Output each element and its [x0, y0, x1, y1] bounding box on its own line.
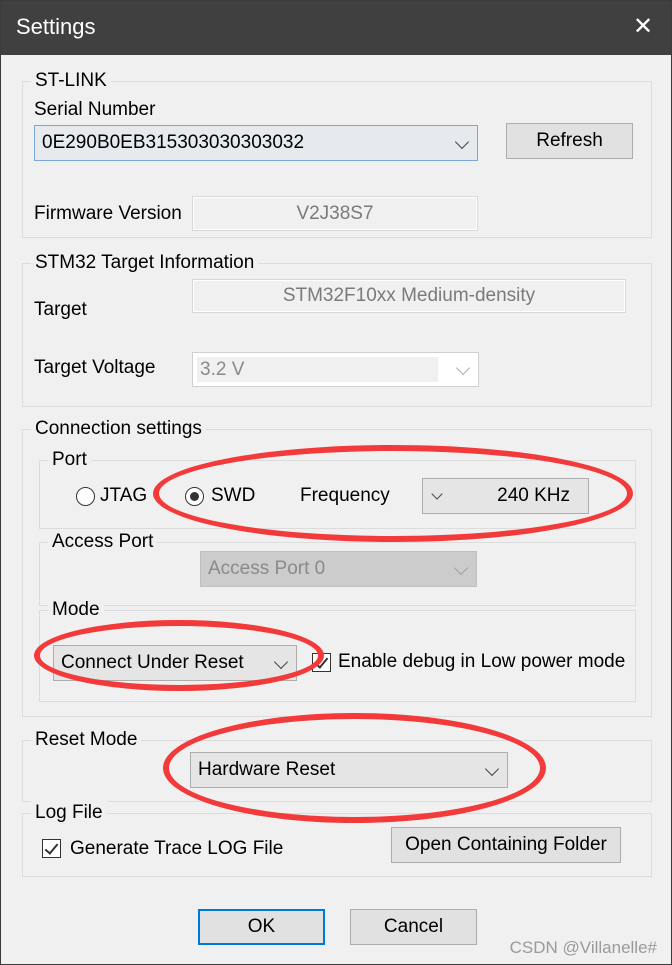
serial-number-label: Serial Number	[34, 99, 156, 120]
open-folder-label: Open Containing Folder	[405, 834, 607, 855]
frequency-value: 240 KHz	[497, 485, 570, 506]
reset-mode-group-label: Reset Mode	[31, 728, 142, 752]
connection-settings-label: Connection settings	[31, 417, 206, 441]
mode-group-label: Mode	[48, 598, 104, 622]
radio-swd[interactable]: SWD	[185, 485, 265, 509]
target-info-group-label: STM32 Target Information	[31, 251, 259, 275]
stlink-group-label: ST-LINK	[31, 69, 111, 93]
mode-select[interactable]: Connect Under Reset	[53, 645, 297, 681]
title-bar: Settings ✕	[1, 1, 671, 55]
log-file-group-label: Log File	[31, 801, 107, 825]
refresh-label: Refresh	[536, 130, 603, 151]
frequency-label: Frequency	[300, 485, 390, 506]
target-voltage-select[interactable]: 3.2 V	[192, 352, 479, 387]
target-label: Target	[34, 299, 87, 320]
firmware-version-value: V2J38S7	[296, 203, 374, 224]
radio-selected-dot	[190, 492, 199, 501]
serial-number-value: 0E290B0EB315303030303032	[42, 132, 305, 153]
radio-jtag-label: JTAG	[100, 485, 148, 506]
low-power-checkbox[interactable]: Enable debug in Low power mode	[312, 651, 632, 675]
low-power-label: Enable debug in Low power mode	[338, 651, 626, 672]
port-group-label: Port	[48, 448, 91, 472]
access-port-group-label: Access Port	[48, 530, 158, 554]
chevron-down-icon	[431, 488, 443, 500]
window-title: Settings	[16, 14, 96, 39]
low-power-check-box[interactable]	[312, 653, 331, 672]
access-port-value: Access Port 0	[208, 558, 326, 579]
firmware-version-field: V2J38S7	[192, 196, 478, 231]
target-field: STM32F10xx Medium-density	[192, 279, 626, 313]
refresh-button[interactable]: Refresh	[506, 123, 633, 159]
open-containing-folder-button[interactable]: Open Containing Folder	[391, 827, 621, 863]
radio-swd-label: SWD	[211, 485, 256, 506]
chevron-down-icon	[273, 654, 289, 670]
serial-number-select[interactable]: 0E290B0EB315303030303032	[34, 125, 478, 161]
chevron-down-icon	[454, 134, 470, 150]
chevron-down-icon	[453, 560, 469, 576]
generate-log-label: Generate Trace LOG File	[70, 838, 284, 859]
access-port-select[interactable]: Access Port 0	[200, 551, 477, 587]
chevron-down-icon	[484, 761, 500, 777]
frequency-select[interactable]: 240 KHz	[422, 478, 589, 514]
reset-mode-select[interactable]: Hardware Reset	[190, 752, 508, 788]
target-value: STM32F10xx Medium-density	[282, 285, 536, 306]
settings-dialog: Settings ✕ ST-LINK Serial Number 0E290B0…	[0, 0, 672, 965]
generate-log-checkbox[interactable]: Generate Trace LOG File	[42, 838, 302, 862]
cancel-button[interactable]: Cancel	[350, 909, 477, 945]
ok-button[interactable]: OK	[198, 909, 325, 945]
radio-jtag-circle[interactable]	[76, 487, 95, 506]
radio-jtag[interactable]: JTAG	[76, 485, 156, 509]
radio-swd-circle[interactable]	[185, 487, 204, 506]
cancel-label: Cancel	[383, 916, 444, 937]
target-voltage-value: 3.2 V	[200, 359, 245, 380]
close-icon[interactable]: ✕	[633, 15, 653, 39]
target-voltage-label: Target Voltage	[34, 357, 156, 378]
generate-log-check-box[interactable]	[42, 839, 61, 858]
reset-mode-value: Hardware Reset	[198, 759, 336, 780]
chevron-down-icon	[455, 360, 471, 376]
firmware-version-label: Firmware Version	[34, 203, 182, 224]
watermark: CSDN @Villanelle#	[509, 938, 657, 957]
mode-value: Connect Under Reset	[61, 652, 244, 673]
ok-label: OK	[247, 916, 276, 937]
